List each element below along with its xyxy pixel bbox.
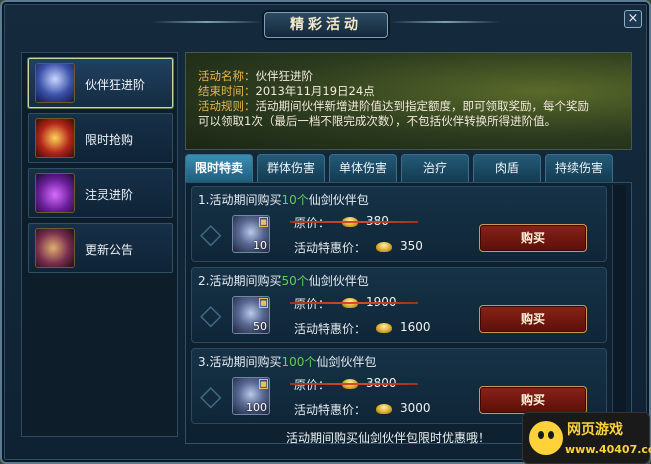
bound-tag-icon: ■ [259, 298, 268, 308]
rules-text-2: 可以领取1次（最后一档不限完成次数），不包括伙伴转换所得进阶值。 [198, 114, 557, 128]
activity-name-row: 活动名称：伙伴狂进阶 [198, 69, 623, 84]
nav-item-label: 注灵进阶 [85, 188, 134, 202]
offer-title-suffix: 仙剑伙伴包 [308, 193, 369, 207]
window-title: 精彩活动 [264, 12, 388, 38]
item-slot[interactable]: ■ 10 [232, 215, 270, 253]
companion-portrait-icon [35, 63, 75, 103]
nav-item-label: 伙伴狂进阶 [85, 78, 146, 92]
bound-tag-icon: ■ [259, 217, 268, 227]
tab-single-damage[interactable]: 单体伤害 [329, 154, 397, 182]
activity-name-label: 活动名称： [198, 69, 256, 83]
end-time-row: 结束时间：2013年11月19日24点 [198, 84, 623, 99]
logo-line-1: 网页游戏 [567, 422, 623, 438]
strikethrough [290, 221, 418, 223]
end-time-value: 2013年11月19日24点 [255, 84, 375, 98]
site-watermark-logo: 网页游戏 www.40407.com [522, 412, 651, 464]
buy-button[interactable]: 购买 [479, 305, 587, 333]
item-slot[interactable]: ■ 100 [232, 377, 270, 415]
activity-name-value: 伙伴狂进阶 [255, 69, 314, 83]
original-price: 原价： 1900 [290, 295, 418, 311]
offer-count: 10个 [281, 193, 309, 207]
logo-eye [538, 431, 544, 439]
offer-title-suffix: 仙剑伙伴包 [308, 274, 369, 288]
sale-price-label: 活动特惠价： [294, 403, 367, 417]
bound-tag-icon: ■ [259, 379, 268, 389]
sale-price-label: 活动特惠价： [294, 322, 367, 336]
item-quantity: 10 [253, 239, 267, 252]
sale-price-value: 1600 [400, 320, 431, 334]
gold-ingot-icon [376, 242, 392, 252]
category-tabs: 限时特卖 群体伤害 单体伤害 治疗 肉盾 持续伤害 [185, 154, 632, 182]
tab-dot-damage[interactable]: 持续伤害 [545, 154, 613, 182]
logo-eye [548, 431, 554, 439]
rules-row-2: 可以领取1次（最后一档不限完成次数），不包括伙伴转换所得进阶值。 [198, 114, 623, 129]
offer-title-prefix: 1.活动期间购买 [198, 193, 282, 207]
activity-window: 精彩活动 × 伙伴狂进阶 限时抢购 注灵进阶 更新公告 活动名称：伙伴狂进阶 结… [0, 0, 651, 464]
offer-title-prefix: 2.活动期间购买 [198, 274, 282, 288]
logo-line-2: www.40407.com [565, 443, 651, 456]
sale-price-value: 3000 [400, 401, 431, 415]
offer-list: 1.活动期间购买10个仙剑伙伴包 ◇ ■ 10 原价： 380 活动特惠价： 3… [185, 182, 632, 445]
item-quantity: 50 [253, 320, 267, 333]
buy-button[interactable]: 购买 [479, 224, 587, 252]
spirit-gourd-icon [35, 173, 75, 213]
item-slot[interactable]: ■ 50 [232, 296, 270, 334]
offer-count: 50个 [281, 274, 309, 288]
title-bar: 精彩活动 × [2, 2, 649, 38]
original-price: 原价： 380 [290, 214, 418, 230]
strikethrough [290, 302, 418, 304]
tab-healing[interactable]: 治疗 [401, 154, 469, 182]
offer-card: 1.活动期间购买10个仙剑伙伴包 ◇ ■ 10 原价： 380 活动特惠价： 3… [191, 186, 607, 262]
sale-price-label: 活动特惠价： [294, 241, 367, 255]
treasure-chest-icon [35, 118, 75, 158]
title-ornament-left [152, 21, 262, 23]
nav-item-label: 更新公告 [85, 243, 134, 257]
activity-info-banner: 活动名称：伙伴狂进阶 结束时间：2013年11月19日24点 活动规则：活动期间… [185, 52, 632, 150]
offer-title: 3.活动期间购买100个仙剑伙伴包 [198, 353, 376, 370]
close-button[interactable]: × [624, 10, 642, 28]
end-time-label: 结束时间： [198, 84, 256, 98]
nav-item-spirit-advance[interactable]: 注灵进阶 [28, 168, 173, 218]
item-quantity: 100 [246, 401, 267, 414]
smiley-logo-icon [529, 421, 563, 455]
offer-title: 2.活动期间购买50个仙剑伙伴包 [198, 272, 369, 289]
offer-card: 2.活动期间购买50个仙剑伙伴包 ◇ ■ 50 原价： 1900 活动特惠价： … [191, 267, 607, 343]
buy-button[interactable]: 购买 [479, 386, 587, 414]
original-price: 原价： 3800 [290, 376, 418, 392]
strikethrough [290, 383, 418, 385]
rules-label: 活动规则： [198, 99, 256, 113]
offer-title-suffix: 仙剑伙伴包 [316, 355, 377, 369]
offer-list-scrollbar[interactable] [612, 185, 626, 435]
title-ornament-right [390, 21, 500, 23]
tab-aoe-damage[interactable]: 群体伤害 [257, 154, 325, 182]
offer-count: 100个 [281, 355, 317, 369]
nav-item-flash-sale[interactable]: 限时抢购 [28, 113, 173, 163]
knot-ornament-icon: ◇ [200, 217, 222, 250]
rules-text-1: 活动期间伙伴新增进阶值达到指定额度，即可领取奖励，每个奖励 [255, 99, 590, 113]
offer-title: 1.活动期间购买10个仙剑伙伴包 [198, 191, 369, 208]
offer-title-prefix: 3.活动期间购买 [198, 355, 282, 369]
knot-ornament-icon: ◇ [200, 379, 222, 412]
rules-row: 活动规则：活动期间伙伴新增进阶值达到指定额度，即可领取奖励，每个奖励 [198, 99, 623, 114]
tab-flash-sale[interactable]: 限时特卖 [185, 154, 253, 182]
nav-item-label: 限时抢购 [85, 133, 134, 147]
knot-ornament-icon: ◇ [200, 298, 222, 331]
promo-footer: 活动期间购买仙剑伙伴包限时优惠哦！ [286, 431, 491, 445]
sale-price-value: 350 [400, 239, 423, 253]
tab-tank[interactable]: 肉盾 [473, 154, 541, 182]
announcement-scroll-icon [35, 228, 75, 268]
nav-item-companion-advance[interactable]: 伙伴狂进阶 [28, 58, 173, 108]
nav-item-update-notice[interactable]: 更新公告 [28, 223, 173, 273]
gold-ingot-icon [376, 323, 392, 333]
activity-nav: 伙伴狂进阶 限时抢购 注灵进阶 更新公告 [21, 52, 178, 437]
gold-ingot-icon [376, 404, 392, 414]
